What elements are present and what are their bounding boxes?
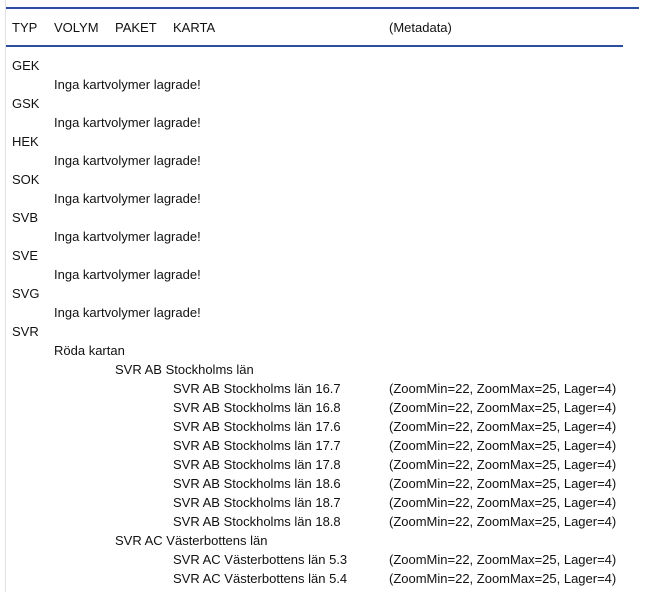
list-row-volym: Inga kartvolymer lagrade! <box>0 265 652 284</box>
list-row-volym: Inga kartvolymer lagrade! <box>0 189 652 208</box>
header-karta: KARTA <box>173 20 216 35</box>
top-divider <box>6 7 639 9</box>
typ-label: SVG <box>12 286 40 301</box>
list-row-typ: SVR <box>0 322 652 341</box>
list-row-karta: SVR AB Stockholms län 17.8 (ZoomMin=22, Z… <box>0 455 652 474</box>
karta-label: SVR AB Stockholms län 18.7 <box>173 495 341 510</box>
karta-label: SVR AC Västerbottens län 5.3 <box>173 552 348 567</box>
metadata-label: (ZoomMin=22, ZoomMax=25, Lager=4) <box>389 514 617 529</box>
list-row-volym: Inga kartvolymer lagrade! <box>0 113 652 132</box>
karta-label: SVR AB Stockholms län 17.7 <box>173 438 341 453</box>
list-row-paket: SVR AB Stockholms län <box>0 360 652 379</box>
list-row-karta: SVR AB Stockholms län 16.8 (ZoomMin=22, Z… <box>0 398 652 417</box>
list-row-paket: SVR AC Västerbottens län <box>0 531 652 550</box>
metadata-label: (ZoomMin=22, ZoomMax=25, Lager=4) <box>389 571 617 586</box>
paket-label: SVR AB Stockholms län <box>115 362 254 377</box>
volym-label: Inga kartvolymer lagrade! <box>54 191 201 206</box>
list-row-karta: SVR AB Stockholms län 16.7 (ZoomMin=22, Z… <box>0 379 652 398</box>
metadata-label: (ZoomMin=22, ZoomMax=25, Lager=4) <box>389 495 617 510</box>
list-row-typ: SVE <box>0 246 652 265</box>
typ-label: SOK <box>12 172 40 187</box>
metadata-label: (ZoomMin=22, ZoomMax=25, Lager=4) <box>389 457 617 472</box>
volym-label: Inga kartvolymer lagrade! <box>54 229 201 244</box>
metadata-label: (ZoomMin=22, ZoomMax=25, Lager=4) <box>389 476 617 491</box>
list-row-typ: GSK <box>0 94 652 113</box>
karta-label: SVR AB Stockholms län 17.8 <box>173 457 341 472</box>
volym-label: Inga kartvolymer lagrade! <box>54 305 201 320</box>
list-row-volym: Röda kartan <box>0 341 652 360</box>
header-paket: PAKET <box>115 20 157 35</box>
volym-label: Inga kartvolymer lagrade! <box>54 267 201 282</box>
volym-label: Inga kartvolymer lagrade! <box>54 153 201 168</box>
list-row-karta: SVR AB Stockholms län 17.6 (ZoomMin=22, Z… <box>0 417 652 436</box>
list-row-karta: SVR AB Stockholms län 18.7 (ZoomMin=22, Z… <box>0 493 652 512</box>
metadata-label: (ZoomMin=22, ZoomMax=25, Lager=4) <box>389 419 617 434</box>
list-row-karta: SVR AB Stockholms län 18.8 (ZoomMin=22, Z… <box>0 512 652 531</box>
karta-label: SVR AB Stockholms län 16.7 <box>173 381 341 396</box>
metadata-label: (ZoomMin=22, ZoomMax=25, Lager=4) <box>389 438 617 453</box>
typ-label: SVB <box>12 210 39 225</box>
list-row-karta: SVR AC Västerbottens län 5.4 (ZoomMin=22,… <box>0 569 652 588</box>
karta-label: SVR AB Stockholms län 18.8 <box>173 514 341 529</box>
header-metadata: (Metadata) <box>389 20 452 35</box>
header-volym: VOLYM <box>54 20 99 35</box>
volym-label: Inga kartvolymer lagrade! <box>54 115 201 130</box>
list-row-typ: SOK <box>0 170 652 189</box>
list-row-typ: SVB <box>0 208 652 227</box>
typ-label: GEK <box>12 58 40 73</box>
header-divider <box>6 45 623 47</box>
karta-label: SVR AB Stockholms län 17.6 <box>173 419 341 434</box>
header-typ: TYP <box>12 20 38 35</box>
metadata-label: (ZoomMin=22, ZoomMax=25, Lager=4) <box>389 381 617 396</box>
list-row-karta: SVR AB Stockholms län 18.6 (ZoomMin=22, Z… <box>0 474 652 493</box>
volym-label: Röda kartan <box>54 343 125 358</box>
list-row-typ: HEK <box>0 132 652 151</box>
metadata-label: (ZoomMin=22, ZoomMax=25, Lager=4) <box>389 552 617 567</box>
karta-label: SVR AB Stockholms län 16.8 <box>173 400 341 415</box>
list-row-volym: Inga kartvolymer lagrade! <box>0 303 652 322</box>
karta-label: SVR AB Stockholms län 18.6 <box>173 476 341 491</box>
typ-label: SVR <box>12 324 39 339</box>
list-row-karta: SVR AB Stockholms län 17.7 (ZoomMin=22, Z… <box>0 436 652 455</box>
list-row-typ: SVG <box>0 284 652 303</box>
list-row-karta: SVR AC Västerbottens län 5.3 (ZoomMin=22,… <box>0 550 652 569</box>
typ-label: GSK <box>12 96 40 111</box>
list-row-volym: Inga kartvolymer lagrade! <box>0 75 652 94</box>
list-row-volym: Inga kartvolymer lagrade! <box>0 227 652 246</box>
typ-label: HEK <box>12 134 39 149</box>
list-row-typ: GEK <box>0 56 652 75</box>
karta-label: SVR AC Västerbottens län 5.4 <box>173 571 348 586</box>
map-volume-list: GEK Inga kartvolymer lagrade! GSK Inga kart… <box>0 56 652 588</box>
paket-label: SVR AC Västerbottens län <box>115 533 268 548</box>
typ-label: SVE <box>12 248 39 263</box>
volym-label: Inga kartvolymer lagrade! <box>54 77 201 92</box>
metadata-label: (ZoomMin=22, ZoomMax=25, Lager=4) <box>389 400 617 415</box>
list-row-volym: Inga kartvolymer lagrade! <box>0 151 652 170</box>
